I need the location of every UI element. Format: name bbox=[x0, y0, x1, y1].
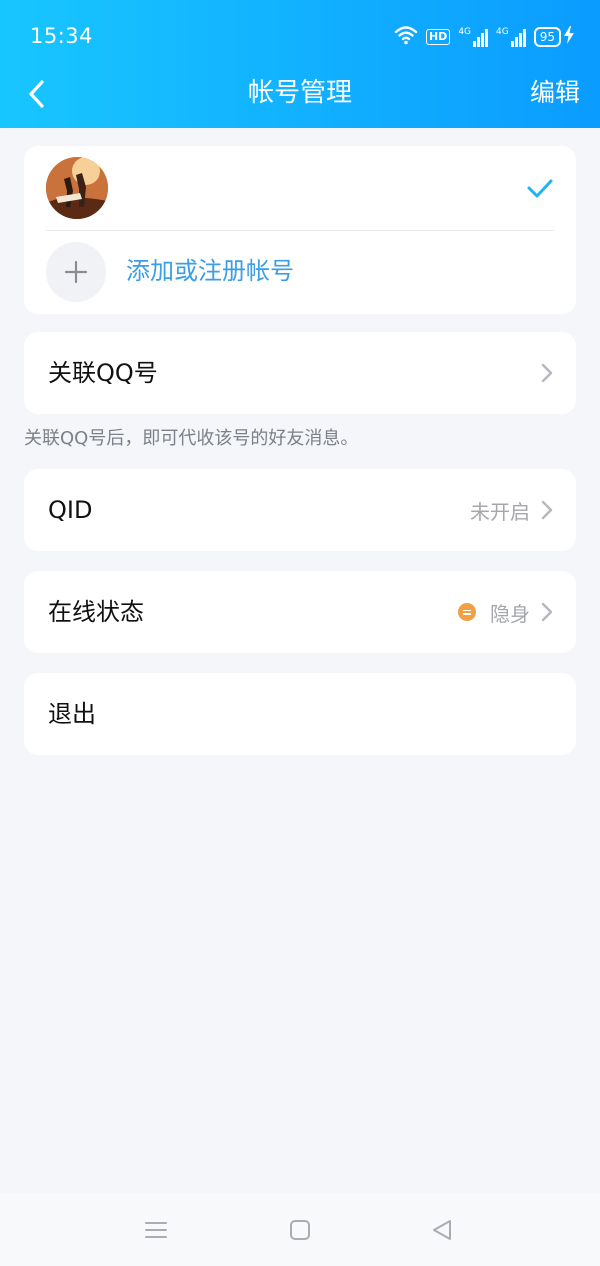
status-time: 15:34 bbox=[30, 24, 94, 48]
link-qq-right bbox=[540, 356, 554, 390]
link-qq-label: 关联QQ号 bbox=[48, 359, 158, 387]
battery-icon: 95 bbox=[533, 26, 574, 48]
chevron-right-icon bbox=[541, 500, 553, 520]
header: 15:34 HD 4G 4G 95 帐号管理 编辑 bbox=[0, 0, 600, 128]
plus-icon bbox=[64, 260, 88, 284]
signal-icon-1: 4G bbox=[458, 27, 489, 47]
add-account-row[interactable]: 添加或注册帐号 bbox=[24, 231, 576, 314]
avatar[interactable] bbox=[46, 157, 108, 219]
wifi-icon bbox=[394, 25, 418, 49]
qid-row[interactable]: QID 未开启 bbox=[24, 469, 576, 551]
signal-icon-2: 4G bbox=[496, 27, 526, 47]
link-qq-hint: 关联QQ号后，即可代收该号的好友消息。 bbox=[24, 428, 359, 449]
logout-row[interactable]: 退出 bbox=[24, 673, 576, 755]
status-icons: HD 4G 4G 95 bbox=[394, 24, 574, 50]
check-icon bbox=[527, 179, 553, 198]
online-status-label: 在线状态 bbox=[48, 598, 144, 626]
online-status-right: 隐身 bbox=[458, 595, 554, 629]
status-bar: 15:34 HD 4G 4G 95 bbox=[0, 0, 600, 72]
accounts-card: 添加或注册帐号 bbox=[24, 146, 576, 314]
battery-level: 95 bbox=[533, 27, 561, 47]
chevron-right-icon bbox=[541, 602, 553, 622]
logout-label: 退出 bbox=[48, 700, 96, 728]
add-account-button[interactable] bbox=[46, 242, 106, 302]
page-title: 帐号管理 bbox=[247, 78, 352, 108]
qid-right: 未开启 bbox=[470, 493, 554, 527]
charging-icon bbox=[564, 26, 574, 48]
system-back-button[interactable] bbox=[427, 1215, 457, 1245]
current-account-row[interactable] bbox=[24, 146, 576, 230]
online-status-row[interactable]: 在线状态 隐身 bbox=[24, 571, 576, 653]
edit-button[interactable]: 编辑 bbox=[530, 76, 580, 110]
qid-label: QID bbox=[48, 496, 93, 524]
network-label-1: 4G bbox=[458, 27, 472, 37]
hd-badge: HD bbox=[425, 29, 451, 45]
back-triangle-icon bbox=[433, 1220, 451, 1240]
chevron-right-icon bbox=[541, 363, 553, 383]
link-qq-row[interactable]: 关联QQ号 bbox=[24, 332, 576, 414]
add-account-label[interactable]: 添加或注册帐号 bbox=[126, 254, 294, 288]
system-nav-bar bbox=[0, 1193, 600, 1266]
home-icon bbox=[290, 1220, 310, 1240]
menu-button[interactable] bbox=[141, 1215, 171, 1245]
menu-icon bbox=[145, 1222, 167, 1238]
nav-bar: 帐号管理 编辑 bbox=[0, 72, 600, 128]
qid-value: 未开启 bbox=[470, 499, 530, 524]
online-status-value: 隐身 bbox=[490, 601, 530, 626]
invisible-status-icon bbox=[458, 603, 476, 621]
network-label-2: 4G bbox=[496, 27, 509, 37]
home-button[interactable] bbox=[285, 1215, 315, 1245]
